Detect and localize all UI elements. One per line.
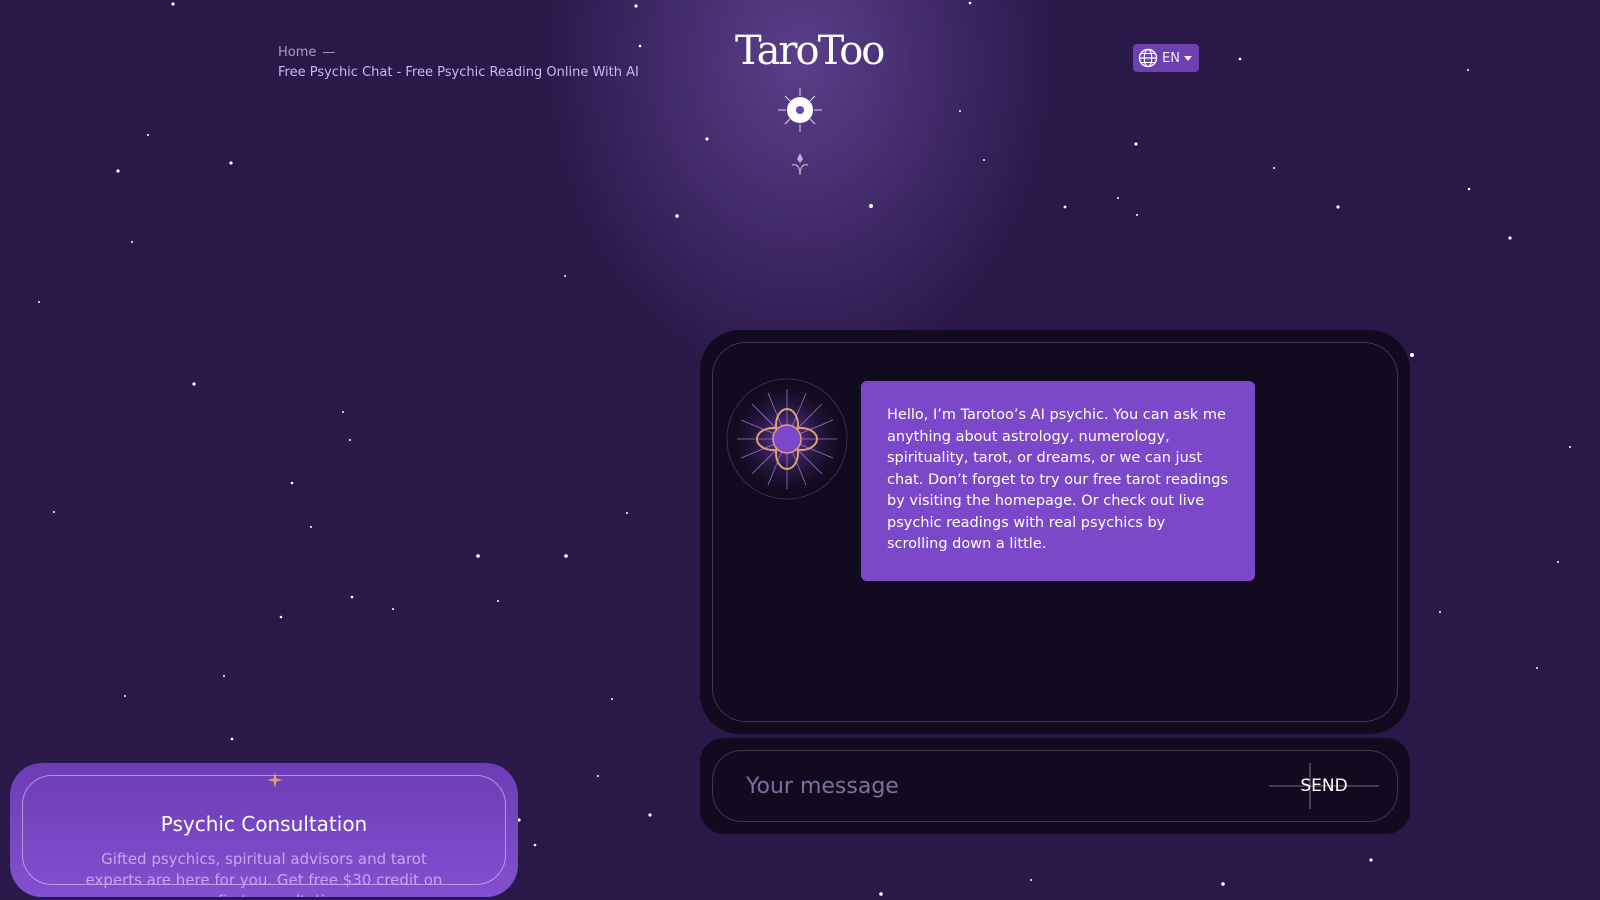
breadcrumb: Home — Free Psychic Chat - Free Psychic R… — [278, 45, 639, 80]
language-label: EN — [1162, 50, 1180, 66]
psychic-card-frame: Psychic Consultation Gifted psychics, sp… — [22, 772, 506, 897]
breadcrumb-separator: — — [322, 45, 336, 60]
assistant-message-bubble: Hello, I’m Tarotoo’s AI psychic. You can… — [861, 381, 1255, 581]
message-composer-frame: SEND — [712, 750, 1398, 822]
psychic-card-title: Psychic Consultation — [160, 812, 368, 836]
chevron-down-icon — [1183, 55, 1192, 61]
breadcrumb-home-link[interactable]: Home — [278, 45, 316, 60]
language-selector[interactable]: EN — [1133, 44, 1199, 72]
sun-emblem-icon — [778, 88, 822, 132]
ornament-icon — [791, 153, 809, 176]
send-button[interactable]: SEND — [1269, 761, 1379, 811]
psychic-card-description: Gifted psychics, spiritual advisors and … — [85, 850, 443, 897]
sparkle-star-icon — [267, 772, 283, 788]
breadcrumb-current-page: Free Psychic Chat - Free Psychic Reading… — [278, 65, 639, 80]
chat-messages-area[interactable]: Hello, I’m Tarotoo’s AI psychic. You can… — [712, 342, 1398, 722]
message-input[interactable] — [713, 772, 1269, 800]
chat-panel: Hello, I’m Tarotoo’s AI psychic. You can… — [700, 330, 1410, 734]
psychic-consultation-card[interactable]: Psychic Consultation Gifted psychics, sp… — [10, 763, 518, 897]
message-composer: SEND — [700, 738, 1410, 834]
globe-icon — [1138, 48, 1158, 68]
psychic-avatar-icon — [726, 378, 848, 500]
tarotoo-logo[interactable]: TaroToo — [735, 28, 885, 74]
send-label: SEND — [1300, 776, 1348, 796]
